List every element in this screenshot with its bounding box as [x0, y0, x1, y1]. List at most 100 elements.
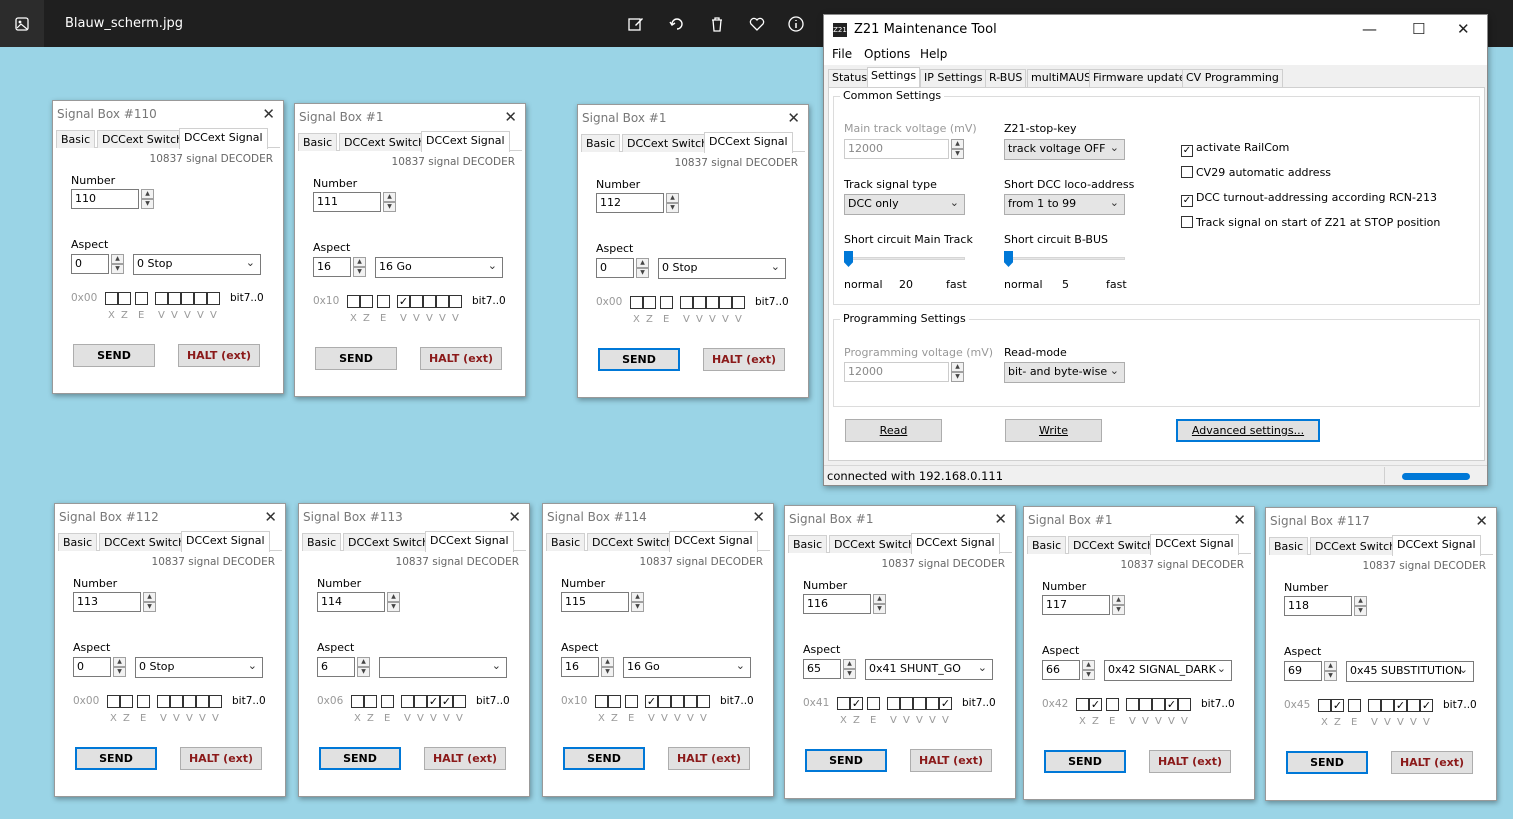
short-dcc-select[interactable]: from 1 to 99 ⌄: [1004, 194, 1125, 215]
send-button[interactable]: SEND: [319, 747, 401, 770]
bit-checkbox[interactable]: [671, 695, 684, 708]
bit-checkbox[interactable]: [693, 296, 706, 309]
aspect-spinner[interactable]: ▲ ▼: [636, 258, 649, 278]
edit-image-icon[interactable]: [626, 14, 646, 34]
halt-button[interactable]: HALT (ext): [668, 747, 750, 770]
tab-dccext-switch[interactable]: DCCext Switch: [1310, 537, 1402, 555]
aspect-select[interactable]: 16 Go ⌄: [623, 657, 751, 678]
bit-checkbox[interactable]: [706, 296, 719, 309]
tab-dccext-switch[interactable]: DCCext Switch: [587, 533, 679, 551]
tab-basic[interactable]: Basic: [546, 533, 586, 551]
tab-dccext-signal[interactable]: DCCext Signal: [911, 533, 1000, 554]
sc-bbus-slider[interactable]: [1004, 251, 1125, 267]
bit-checkbox[interactable]: [414, 695, 427, 708]
number-spinner[interactable]: ▲ ▼: [1354, 596, 1367, 616]
bit-checkbox[interactable]: [351, 695, 364, 708]
bit-checkbox[interactable]: ✓: [440, 695, 453, 708]
close-icon[interactable]: ✕: [1457, 20, 1470, 38]
number-spinner[interactable]: ▲ ▼: [143, 592, 156, 612]
tab-basic[interactable]: Basic: [788, 535, 828, 553]
tab-status[interactable]: Status: [828, 69, 872, 87]
bit-checkbox[interactable]: [1152, 698, 1165, 711]
bit-checkbox[interactable]: [155, 292, 168, 305]
bit-checkbox[interactable]: [209, 695, 222, 708]
bit-checkbox[interactable]: ✓: [1394, 699, 1407, 712]
halt-button[interactable]: HALT (ext): [703, 348, 785, 371]
aspect-input[interactable]: 0: [73, 657, 111, 677]
send-button[interactable]: SEND: [598, 348, 680, 371]
number-input[interactable]: 110: [71, 189, 139, 209]
tab-dccext-signal[interactable]: DCCext Signal: [421, 131, 510, 152]
bit-checkbox[interactable]: [926, 697, 939, 710]
aspect-spinner[interactable]: ▲ ▼: [601, 657, 614, 677]
halt-button[interactable]: HALT (ext): [180, 747, 262, 770]
number-input[interactable]: 113: [73, 592, 141, 612]
bit-checkbox[interactable]: [360, 295, 373, 308]
aspect-input[interactable]: 0: [71, 254, 109, 274]
send-button[interactable]: SEND: [1286, 751, 1368, 774]
bit-checkbox[interactable]: [168, 292, 181, 305]
aspect-input[interactable]: 69: [1284, 661, 1322, 681]
bit-checkbox[interactable]: [137, 695, 150, 708]
bit-checkbox[interactable]: ✓: [1089, 698, 1102, 711]
bit-checkbox[interactable]: ✓: [427, 695, 440, 708]
tab-dccext-signal[interactable]: DCCext Signal: [181, 531, 270, 552]
aspect-select[interactable]: 0 Stop ⌄: [135, 657, 263, 678]
checkbox-box[interactable]: ✓: [1181, 145, 1193, 157]
checkbox-box[interactable]: ✓: [1181, 195, 1193, 207]
close-icon[interactable]: ✕: [504, 108, 517, 126]
bit-checkbox[interactable]: [1368, 699, 1381, 712]
close-icon[interactable]: ✕: [1475, 512, 1488, 530]
aspect-input[interactable]: 66: [1042, 660, 1080, 680]
stop-key-select[interactable]: track voltage OFF ⌄: [1004, 139, 1125, 160]
bit-checkbox[interactable]: [1126, 698, 1139, 711]
slider-thumb[interactable]: [844, 251, 853, 267]
bit-checkbox[interactable]: ✓: [1165, 698, 1178, 711]
bit-checkbox[interactable]: [135, 292, 148, 305]
tab-basic[interactable]: Basic: [56, 130, 96, 148]
bit-checkbox[interactable]: [732, 296, 745, 309]
close-icon[interactable]: ✕: [262, 105, 275, 123]
aspect-spinner[interactable]: ▲ ▼: [357, 657, 370, 677]
tab-multimaus[interactable]: multiMAUS: [1027, 69, 1096, 87]
advanced-settings-button[interactable]: Advanced settings...: [1176, 419, 1320, 442]
number-input[interactable]: 115: [561, 592, 629, 612]
tab-dccext-signal[interactable]: DCCext Signal: [704, 132, 793, 153]
tab-r-bus[interactable]: R-BUS: [985, 69, 1027, 87]
tab-ip-settings[interactable]: IP Settings: [920, 69, 987, 87]
bit-checkbox[interactable]: [207, 292, 220, 305]
aspect-select[interactable]: ⌄: [379, 657, 507, 678]
halt-button[interactable]: HALT (ext): [910, 749, 992, 772]
aspect-input[interactable]: 6: [317, 657, 355, 677]
bit-checkbox[interactable]: [183, 695, 196, 708]
favorite-icon[interactable]: [747, 14, 767, 34]
bit-checkbox[interactable]: [595, 695, 608, 708]
aspect-spinner[interactable]: ▲ ▼: [353, 257, 366, 277]
aspect-select[interactable]: 0x41 SHUNT_GO ⌄: [865, 659, 993, 680]
bit-checkbox[interactable]: [423, 295, 436, 308]
common-checkbox[interactable]: ✓ activate RailCom: [1181, 141, 1289, 157]
read-mode-select[interactable]: bit- and byte-wise ⌄: [1004, 362, 1125, 383]
bit-checkbox[interactable]: [170, 695, 183, 708]
aspect-spinner[interactable]: ▲ ▼: [843, 659, 856, 679]
send-button[interactable]: SEND: [805, 749, 887, 772]
read-button[interactable]: Read: [845, 419, 942, 442]
tab-basic[interactable]: Basic: [1269, 537, 1309, 555]
aspect-spinner[interactable]: ▲ ▼: [113, 657, 126, 677]
photo-app-icon[interactable]: [0, 0, 44, 47]
bit-checkbox[interactable]: [697, 695, 710, 708]
bit-checkbox[interactable]: ✓: [645, 695, 658, 708]
tab-dccext-signal[interactable]: DCCext Signal: [1392, 535, 1481, 556]
aspect-select[interactable]: 0 Stop ⌄: [658, 258, 786, 279]
number-spinner[interactable]: ▲ ▼: [873, 594, 886, 614]
bit-checkbox[interactable]: [680, 296, 693, 309]
tab-dccext-signal[interactable]: DCCext Signal: [1150, 534, 1239, 555]
main-voltage-input[interactable]: 12000: [844, 139, 949, 159]
halt-button[interactable]: HALT (ext): [424, 747, 506, 770]
aspect-select[interactable]: 0x42 SIGNAL_DARK ⌄: [1104, 660, 1232, 681]
bit-checkbox[interactable]: [120, 695, 133, 708]
bit-checkbox[interactable]: [449, 295, 462, 308]
bit-checkbox[interactable]: [887, 697, 900, 710]
bit-checkbox[interactable]: [684, 695, 697, 708]
aspect-input[interactable]: 16: [561, 657, 599, 677]
